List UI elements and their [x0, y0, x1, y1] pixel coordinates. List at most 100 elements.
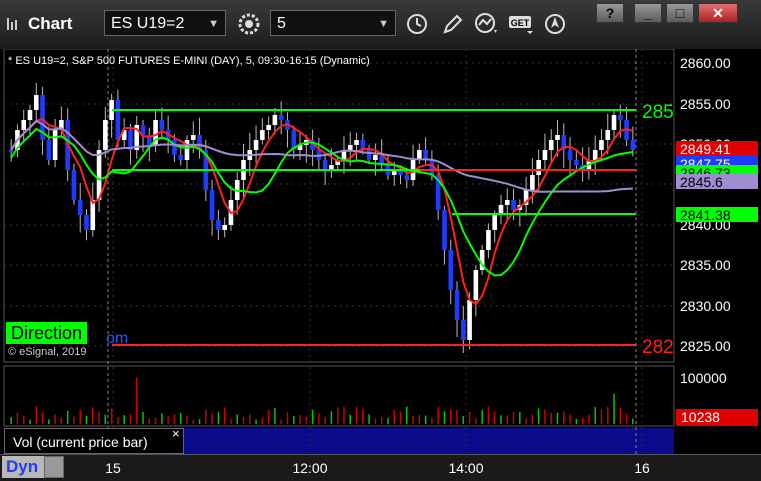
help-button[interactable]: ?: [596, 3, 624, 23]
candle-body: [21, 120, 26, 130]
candle-body: [511, 200, 516, 210]
candle-body: [27, 110, 33, 120]
symbol-value: ES U19=2: [111, 15, 185, 32]
price-axis-label: 2860.00: [680, 55, 731, 71]
pencil-icon[interactable]: [438, 10, 468, 38]
candle-body: [115, 100, 121, 140]
level-label-support: 282: [642, 337, 674, 358]
copyright: © eSignal, 2019: [8, 346, 87, 358]
candle-body: [473, 270, 479, 300]
candle-body: [84, 215, 89, 230]
level-label-upper: 285: [642, 102, 674, 123]
candle-body: [178, 155, 183, 160]
close-button[interactable]: ✕: [698, 3, 738, 23]
candle-body: [448, 250, 454, 290]
candle-body: [404, 175, 410, 180]
dyn-toggle-button[interactable]: [44, 456, 64, 478]
time-axis-label: 15: [105, 460, 121, 476]
candle-body: [599, 140, 604, 150]
price-pane: [3, 49, 675, 363]
candle-body: [605, 130, 611, 140]
price-tag-label: 2845.6: [680, 174, 723, 190]
chart-header: * ES U19=2, S&P 500 FUTURES E-MINI (DAY)…: [8, 55, 370, 67]
interval-input[interactable]: 5 ▼: [270, 10, 396, 36]
candle-body: [592, 150, 598, 160]
window-title: Chart: [28, 14, 73, 33]
candle-body: [260, 130, 265, 140]
price-chart[interactable]: 2860.002855.002850.002845.002840.002835.…: [0, 49, 761, 481]
candle-body: [8, 150, 14, 152]
candle-body: [190, 135, 196, 140]
candle-body: [322, 160, 328, 170]
minimize-button[interactable]: _: [634, 3, 662, 23]
candle-body: [442, 210, 447, 250]
candle-body: [630, 140, 636, 150]
candle-body: [574, 160, 579, 165]
price-tag-label: 2841.38: [680, 207, 731, 223]
candle-body: [209, 190, 215, 220]
candle-body: [354, 140, 359, 145]
clock-icon[interactable]: [402, 10, 432, 38]
candle-body: [77, 200, 83, 215]
candle-body: [486, 230, 491, 250]
symbol-input[interactable]: ES U19=2 ▼: [104, 10, 226, 36]
volume-current-value: 10238: [681, 409, 720, 425]
direction-label-tail: om: [106, 330, 129, 347]
chevron-down-icon[interactable]: ▼: [378, 11, 389, 37]
candle-body: [71, 170, 77, 200]
gear-icon[interactable]: [234, 10, 264, 38]
chart-toolbar: Chart ES U19=2 ▼ 5 ▼ GET ? _ □ ✕: [0, 0, 761, 49]
candle-body: [253, 140, 259, 150]
candle-body: [504, 200, 510, 205]
price-axis-label: 2830.00: [680, 298, 731, 314]
price-axis-label: 2835.00: [680, 257, 731, 273]
chevron-down-icon[interactable]: ▼: [208, 11, 219, 37]
get-icon[interactable]: GET: [506, 10, 536, 38]
candle-body: [222, 225, 227, 230]
candle-body: [555, 135, 560, 140]
dyn-label[interactable]: Dyn: [2, 456, 46, 478]
candle-body: [366, 150, 372, 160]
candle-body: [46, 140, 52, 160]
candle-body: [278, 115, 284, 120]
price-axis-label: 2855.00: [680, 96, 731, 112]
candle-body: [272, 115, 278, 125]
candle-body: [90, 200, 96, 230]
candle-body: [530, 175, 535, 190]
price-tags: 2849.412847.752846.732845.62841.38: [676, 141, 758, 223]
candle-body: [467, 300, 472, 340]
candle-body: [103, 120, 108, 150]
candle-body: [611, 115, 617, 130]
candle-body: [33, 95, 39, 110]
candle-body: [548, 140, 554, 150]
candle-body: [567, 150, 573, 160]
price-tag-label: 2849.41: [680, 141, 731, 157]
volume-close-button[interactable]: ×: [172, 426, 180, 441]
time-axis-label: 14:00: [448, 460, 483, 476]
candle-body: [52, 130, 58, 160]
candle-body: [266, 125, 271, 130]
candle-body: [159, 120, 165, 130]
candle-body: [618, 115, 623, 120]
volume-legend-bar: [184, 428, 674, 454]
candle-body: [542, 150, 548, 160]
direction-label: Direction: [6, 322, 88, 344]
chart-window-icon: [7, 18, 17, 30]
restore-button[interactable]: □: [666, 3, 694, 23]
time-axis-label: 16: [634, 460, 650, 476]
candle-body: [536, 160, 541, 175]
time-axis-label: 12:00: [292, 460, 327, 476]
candle-body: [454, 290, 460, 320]
volume-axis-max: 100000: [680, 370, 727, 386]
candle-body: [347, 145, 353, 150]
candle-body: [492, 215, 497, 230]
get-label: GET: [511, 18, 530, 28]
interval-value: 5: [277, 15, 286, 32]
candle-body: [216, 220, 221, 230]
candle-body: [172, 140, 177, 155]
candle-body: [461, 320, 466, 340]
navigate-icon[interactable]: [540, 10, 570, 38]
volume-legend: Vol (current price bar): [4, 428, 184, 454]
indicator-icon[interactable]: [472, 10, 502, 38]
candle-body: [373, 155, 378, 160]
